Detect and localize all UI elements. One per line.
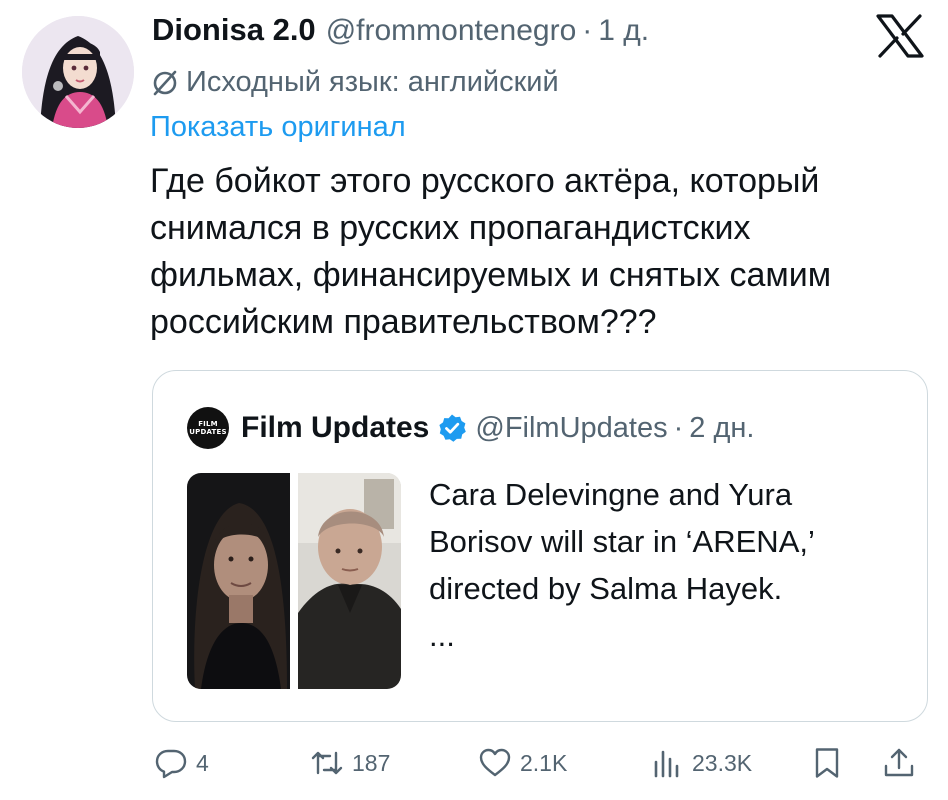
action-bar: 4 187 2.1K 23.3K: [0, 740, 948, 790]
share-button[interactable]: [882, 740, 916, 786]
retweet-count: 187: [352, 749, 391, 776]
source-language-label: Исходный язык: английский: [186, 66, 559, 98]
quoted-author-avatar[interactable]: FILM UPDATES: [187, 407, 229, 449]
show-original-link[interactable]: Показать оригинал: [150, 111, 406, 144]
bookmark-icon: [815, 748, 839, 778]
quoted-text-line: Borisov will star in ‘ARENA,’: [429, 524, 815, 559]
media-image-right: [298, 473, 401, 689]
quoted-header-separator: ·: [673, 411, 684, 444]
share-icon: [884, 748, 914, 777]
retweet-button[interactable]: 187: [310, 740, 390, 786]
quoted-avatar-text: UPDATES: [189, 428, 227, 436]
author-handle[interactable]: @frommontenegro: [326, 14, 577, 48]
tweet-text-line: российским правительством???: [150, 303, 657, 341]
quoted-tweet-header: FILM UPDATES Film Updates @FilmUpdates ·…: [187, 407, 754, 449]
views-count: 23.3K: [692, 749, 753, 776]
quoted-text-line: ...: [429, 618, 455, 653]
author-display-name[interactable]: Dionisa 2.0: [152, 12, 316, 48]
reply-button[interactable]: 4: [154, 740, 209, 786]
quoted-author-handle[interactable]: @FilmUpdates: [475, 412, 667, 445]
tweet-timestamp[interactable]: 1 д.: [598, 14, 649, 48]
quoted-tweet-text: Cara Delevingne and Yura Borisov will st…: [429, 471, 815, 659]
reply-icon: [155, 749, 187, 779]
reply-count: 4: [196, 749, 209, 776]
verified-badge-icon: [439, 414, 467, 442]
tweet-header: Dionisa 2.0 @frommontenegro · 1 д.: [152, 12, 649, 52]
quoted-text-line: directed by Salma Hayek.: [429, 571, 783, 606]
bookmark-button[interactable]: [810, 740, 844, 786]
quoted-tweet-timestamp[interactable]: 2 дн.: [689, 412, 754, 445]
header-separator: ·: [582, 14, 593, 47]
tweet-text-line: Где бойкот этого русского актёра, которы…: [150, 162, 820, 200]
quoted-avatar-text: FILM: [198, 420, 218, 428]
author-avatar[interactable]: [22, 16, 134, 128]
retweet-icon: [311, 751, 343, 775]
views-chart-icon: [654, 750, 679, 778]
quoted-text-line: Cara Delevingne and Yura: [429, 477, 793, 512]
quoted-media[interactable]: [187, 473, 401, 689]
media-image-left: [187, 473, 290, 689]
avatar-image: [22, 16, 134, 128]
quoted-author-display-name[interactable]: Film Updates: [241, 411, 429, 445]
translate-slash-icon: [153, 70, 177, 95]
like-button[interactable]: 2.1K: [478, 740, 567, 786]
tweet-text-line: фильмах, финансируемых и снятых самим: [150, 256, 832, 294]
views-button[interactable]: 23.3K: [650, 740, 752, 786]
heart-icon: [479, 748, 511, 777]
translation-notice: Исходный язык: английский: [150, 66, 559, 99]
tweet-text-line: снимался в русских пропагандистских: [150, 209, 751, 247]
tweet-text: Где бойкот этого русского актёра, которы…: [150, 158, 940, 346]
x-logo-icon[interactable]: [876, 14, 924, 58]
like-count: 2.1K: [520, 749, 568, 776]
quoted-tweet-card[interactable]: FILM UPDATES Film Updates @FilmUpdates ·…: [152, 370, 928, 722]
